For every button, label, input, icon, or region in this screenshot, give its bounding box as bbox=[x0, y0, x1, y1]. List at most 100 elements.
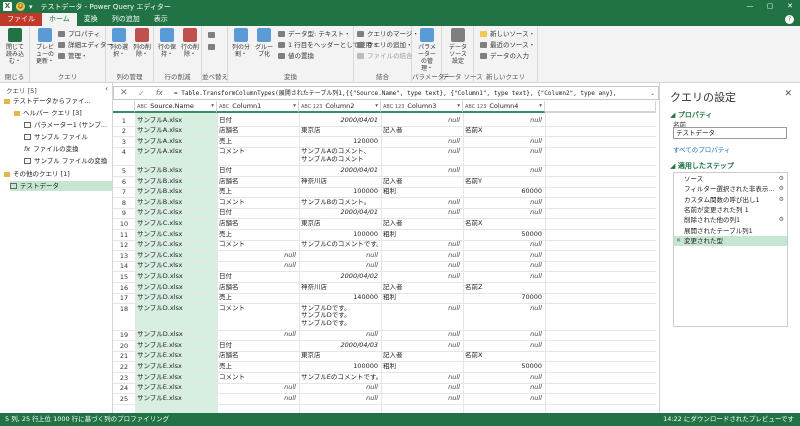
table-cell[interactable]: 粗利 bbox=[383, 363, 460, 371]
table-cell[interactable]: サンプルB.xlsx bbox=[137, 188, 214, 196]
row-number[interactable]: 22 bbox=[113, 363, 135, 371]
refresh-preview-button[interactable]: プレビューの更新・ bbox=[34, 28, 56, 65]
row-number[interactable]: 7 bbox=[113, 188, 135, 196]
table-cell[interactable]: サンプルE.xlsx bbox=[137, 352, 214, 361]
split-column-button[interactable]: 列の分割・ bbox=[230, 28, 252, 58]
table-cell[interactable]: null bbox=[383, 305, 460, 313]
column-filter-icon[interactable]: ▾ bbox=[375, 101, 378, 112]
table-cell[interactable]: サンプルB.xlsx bbox=[137, 177, 214, 186]
table-cell[interactable]: コメント bbox=[219, 305, 296, 313]
table-cell[interactable]: 日付 bbox=[219, 209, 296, 217]
manage-button[interactable]: 管理・ bbox=[58, 51, 88, 61]
table-cell[interactable]: 100000 bbox=[301, 363, 378, 371]
table-cell[interactable]: サンプルA.xlsx bbox=[137, 127, 214, 135]
table-cell[interactable]: サンプルC.xlsx bbox=[137, 219, 214, 228]
step-settings-gear-icon[interactable]: ⚙ bbox=[779, 184, 784, 194]
applied-step[interactable]: フィルター選択された非表示... ⚙ bbox=[674, 184, 787, 194]
table-cell[interactable]: null bbox=[465, 342, 542, 350]
row-number-header[interactable] bbox=[113, 101, 135, 113]
table-cell[interactable]: 売上 bbox=[219, 231, 296, 239]
table-cell[interactable]: 売上 bbox=[219, 188, 296, 196]
table-cell[interactable]: null bbox=[301, 252, 378, 260]
table-cell[interactable]: null bbox=[383, 241, 460, 249]
table-cell[interactable]: 50000 bbox=[465, 231, 542, 239]
applied-step[interactable]: 名前が変更された列 1 bbox=[674, 205, 787, 215]
table-cell[interactable]: サンプルE.xlsx bbox=[137, 384, 214, 392]
row-number[interactable]: 1 bbox=[113, 117, 135, 125]
row-number[interactable]: 16 bbox=[113, 284, 135, 292]
row-number[interactable]: 25 bbox=[113, 395, 135, 403]
feedback-smile-icon[interactable]: ☺ bbox=[16, 2, 25, 11]
table-cell[interactable]: null bbox=[219, 395, 296, 403]
table-cell[interactable]: 日付 bbox=[219, 342, 296, 350]
row-number[interactable]: 13 bbox=[113, 252, 135, 260]
table-cell[interactable]: 店舗名 bbox=[219, 127, 296, 135]
table-cell[interactable]: null bbox=[465, 209, 542, 217]
sort-descending-button[interactable] bbox=[208, 42, 218, 52]
table-cell[interactable]: サンプルB.xlsx bbox=[137, 198, 214, 207]
row-number[interactable]: 19 bbox=[113, 331, 135, 339]
table-cell[interactable]: サンプルAのコメント、 サンプルAのコメント bbox=[301, 148, 378, 164]
table-cell[interactable]: null bbox=[383, 331, 460, 339]
replace-values-button[interactable]: 値の置換 bbox=[278, 51, 314, 61]
table-cell[interactable]: null bbox=[465, 167, 542, 175]
table-cell[interactable]: null bbox=[383, 252, 460, 260]
table-cell[interactable]: null bbox=[383, 395, 460, 403]
column-type-icon[interactable]: ABC bbox=[137, 102, 147, 113]
applied-step[interactable]: 削除された他の列1 ⚙ bbox=[674, 215, 787, 225]
query-folder-source[interactable]: テストデータからファイ... bbox=[4, 96, 112, 106]
row-number[interactable]: 2 bbox=[113, 127, 135, 135]
column-header-column1[interactable]: ABC Column1 ▾ bbox=[217, 101, 299, 113]
row-number[interactable]: 21 bbox=[113, 352, 135, 360]
table-cell[interactable]: null bbox=[465, 252, 542, 260]
column-type-icon[interactable]: ABC 123 bbox=[301, 102, 322, 113]
table-cell[interactable]: null bbox=[465, 241, 542, 249]
row-number[interactable]: 24 bbox=[113, 384, 135, 392]
properties-button[interactable]: プロパティ bbox=[58, 29, 100, 39]
query-item-transform-sample-file[interactable]: サンプル ファイルの変換 bbox=[24, 156, 112, 166]
table-cell[interactable]: null bbox=[383, 342, 460, 350]
table-cell[interactable]: 2000/04/02 bbox=[301, 273, 378, 281]
table-cell[interactable]: 売上 bbox=[219, 294, 296, 302]
column-type-icon[interactable]: ABC 123 bbox=[383, 102, 404, 113]
tab-add-column[interactable]: 列の追加 bbox=[105, 13, 147, 26]
table-cell[interactable]: サンプルC.xlsx bbox=[137, 241, 214, 249]
row-number[interactable]: 23 bbox=[113, 374, 135, 382]
table-cell[interactable]: 日付 bbox=[219, 167, 296, 175]
table-cell[interactable]: サンプルD.xlsx bbox=[137, 331, 214, 339]
table-cell[interactable]: サンプルA.xlsx bbox=[137, 148, 214, 157]
query-item-transform-file[interactable]: fx ファイルの変換 bbox=[24, 144, 112, 154]
table-cell[interactable]: 神奈川店 bbox=[301, 284, 378, 292]
data-source-settings-button[interactable]: データソース設定 bbox=[447, 28, 469, 65]
row-number[interactable]: 8 bbox=[113, 199, 135, 207]
table-cell[interactable]: null bbox=[465, 273, 542, 281]
table-cell[interactable]: サンプルC.xlsx bbox=[137, 209, 214, 218]
table-cell[interactable]: サンプルD.xlsx bbox=[137, 304, 214, 313]
column-type-icon[interactable]: ABC bbox=[219, 102, 229, 113]
table-cell[interactable]: サンプルD.xlsx bbox=[137, 283, 214, 292]
combine-files-button[interactable]: ファイルの結合 bbox=[357, 51, 413, 61]
advanced-editor-button[interactable]: 詳細エディター bbox=[58, 40, 113, 50]
table-cell[interactable]: 記入者 bbox=[383, 220, 460, 228]
minimize-button[interactable]: — bbox=[740, 0, 760, 13]
table-cell[interactable]: null bbox=[219, 384, 296, 392]
maximize-button[interactable]: ▢ bbox=[760, 0, 780, 13]
table-cell[interactable]: サンプルBのコメント。 bbox=[301, 199, 378, 207]
table-cell[interactable]: サンプルDです。 サンプルDです。 サンプルDです。 bbox=[301, 305, 378, 328]
column-filter-icon[interactable]: ▾ bbox=[293, 101, 296, 112]
delete-step-icon[interactable]: ✕ bbox=[676, 236, 681, 246]
table-cell[interactable]: null bbox=[465, 117, 542, 125]
table-cell[interactable]: サンプルEのコメントです。 bbox=[301, 374, 378, 382]
table-cell[interactable]: サンプルA.xlsx bbox=[137, 116, 214, 125]
table-cell[interactable]: サンプルA.xlsx bbox=[137, 137, 214, 146]
tab-transform[interactable]: 変換 bbox=[77, 13, 105, 26]
table-cell[interactable]: 日付 bbox=[219, 273, 296, 281]
row-number[interactable]: 11 bbox=[113, 231, 135, 239]
row-number[interactable]: 14 bbox=[113, 262, 135, 270]
table-cell[interactable]: 2000/04/01 bbox=[301, 209, 378, 217]
formula-input[interactable]: = Table.TransformColumnTypes(展開されたテーブル列1… bbox=[174, 87, 617, 100]
table-cell[interactable]: 名前X bbox=[465, 220, 542, 228]
table-cell[interactable]: 60000 bbox=[465, 188, 542, 196]
table-cell[interactable]: null bbox=[465, 138, 542, 146]
table-cell[interactable]: サンプルD.xlsx bbox=[137, 294, 214, 302]
